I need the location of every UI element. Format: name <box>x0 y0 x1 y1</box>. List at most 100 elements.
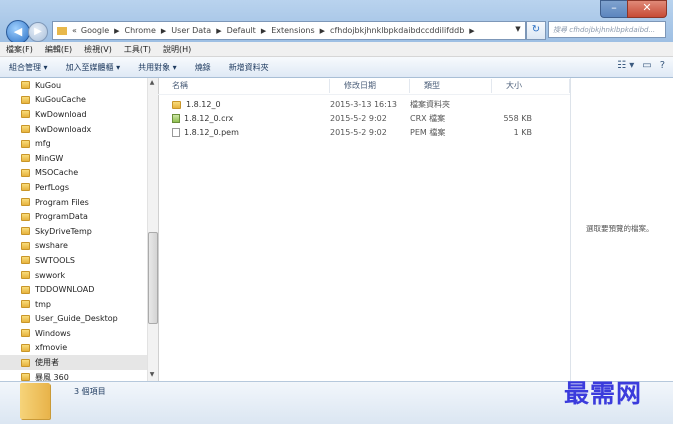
nav-folder-item-selected[interactable]: 使用者 <box>0 355 147 370</box>
folder-icon <box>21 168 30 177</box>
breadcrumb-item[interactable]: User Data <box>169 26 213 35</box>
folder-icon <box>21 314 30 323</box>
new-folder-button[interactable]: 新增資料夾 <box>220 62 278 73</box>
breadcrumb-separator-icon[interactable]: ▶ <box>317 27 328 35</box>
share-with-button[interactable]: 共用對象 ▾ <box>129 62 186 73</box>
forward-button[interactable]: ▶ <box>28 22 48 42</box>
nav-folder-item[interactable]: PerfLogs <box>0 180 147 195</box>
nav-folder-item[interactable]: ProgramData <box>0 209 147 224</box>
breadcrumb-item[interactable]: Google <box>79 26 111 35</box>
nav-folder-item[interactable]: MinGW <box>0 151 147 166</box>
menu-bar: 檔案(F) 編輯(E) 檢視(V) 工具(T) 說明(H) <box>0 42 673 57</box>
breadcrumb-item[interactable]: Default <box>225 26 258 35</box>
file-type: PEM 檔案 <box>410 128 446 137</box>
burn-button[interactable]: 燒錄 <box>186 62 220 73</box>
folder-icon <box>21 373 30 381</box>
change-view-icon[interactable]: ☷ ▾ <box>617 60 634 71</box>
back-button[interactable]: ◀ <box>6 20 30 44</box>
nav-folder-label: xfmovie <box>35 343 68 353</box>
folder-icon <box>21 241 30 250</box>
menu-file[interactable]: 檔案(F) <box>0 44 39 55</box>
nav-folder-item[interactable]: 暴風 360 <box>0 370 147 381</box>
file-row[interactable]: 1.8.12_0.pem 2015-5-2 9:02 PEM 檔案 1 KB <box>158 126 532 139</box>
nav-folder-item[interactable]: swshare <box>0 239 147 254</box>
nav-folder-label: swwork <box>35 270 66 280</box>
folder-icon <box>21 271 30 280</box>
file-row[interactable]: 1.8.12_0 2015-3-13 16:13 檔案資料夾 <box>158 98 532 111</box>
include-in-library-button[interactable]: 加入至媒體櫃 ▾ <box>57 62 130 73</box>
column-type[interactable]: 類型 <box>410 79 492 93</box>
nav-folder-item[interactable]: swwork <box>0 268 147 283</box>
scroll-up-icon[interactable]: ▲ <box>147 78 157 88</box>
nav-scrollbar-thumb[interactable] <box>148 232 158 324</box>
breadcrumb-separator-icon[interactable]: ▶ <box>158 27 169 35</box>
menu-edit[interactable]: 編輯(E) <box>39 44 78 55</box>
nav-folder-item[interactable]: User_Guide_Desktop <box>0 312 147 327</box>
nav-folder-item[interactable]: MSOCache <box>0 166 147 181</box>
folder-icon <box>21 227 30 236</box>
view-controls: ☷ ▾ ▭ ? <box>617 60 665 71</box>
nav-folder-item[interactable]: tmp <box>0 297 147 312</box>
breadcrumb-overflow[interactable]: « <box>70 26 79 35</box>
file-list-header: 名稱 修改日期 類型 大小 <box>158 78 570 95</box>
folder-icon <box>21 329 30 338</box>
nav-folder-label: KuGou <box>35 80 62 90</box>
folder-icon <box>172 100 181 109</box>
breadcrumb-separator-icon[interactable]: ▶ <box>258 27 269 35</box>
address-history-chevron-down-icon[interactable]: ▼ <box>512 21 524 38</box>
menu-view[interactable]: 檢視(V) <box>78 44 118 55</box>
nav-folder-label: swshare <box>35 241 68 251</box>
folder-icon <box>21 110 30 119</box>
close-button[interactable]: ✕ <box>627 0 667 18</box>
crx-file-icon <box>172 114 180 123</box>
folder-icon <box>21 256 30 265</box>
folder-icon <box>21 358 30 367</box>
nav-folder-item[interactable]: Program Files <box>0 195 147 210</box>
breadcrumb-item[interactable]: Extensions <box>269 26 316 35</box>
search-input[interactable]: 搜尋 cfhdojbkjhnklbpkdaibd... <box>548 21 666 38</box>
nav-folder-label: 使用者 <box>35 358 59 368</box>
item-count: 3 個項目 <box>74 387 106 396</box>
breadcrumb-item[interactable]: Chrome <box>123 26 158 35</box>
nav-folder-label: PerfLogs <box>35 182 70 192</box>
window-controls: – ✕ <box>600 0 667 18</box>
address-bar[interactable]: « Google ▶ Chrome ▶ User Data ▶ Default ▶ Ex… <box>52 21 526 40</box>
file-type: CRX 檔案 <box>410 114 446 123</box>
nav-folder-item[interactable]: Windows <box>0 326 147 341</box>
nav-folder-item[interactable]: KwDownload <box>0 107 147 122</box>
nav-folder-item[interactable]: SWTOOLS <box>0 253 147 268</box>
nav-folder-item[interactable]: TDDOWNLOAD <box>0 282 147 297</box>
nav-folder-item[interactable]: xfmovie <box>0 341 147 356</box>
help-icon[interactable]: ? <box>660 60 665 71</box>
menu-help[interactable]: 說明(H) <box>157 44 197 55</box>
navigation-pane[interactable]: KuGou KuGouCache KwDownload KwDownloadx … <box>0 78 147 381</box>
file-row[interactable]: 1.8.12_0.crx 2015-5-2 9:02 CRX 檔案 558 KB <box>158 112 532 125</box>
breadcrumb-separator-icon[interactable]: ▶ <box>213 27 224 35</box>
breadcrumb-separator-icon[interactable]: ▶ <box>466 27 477 35</box>
folder-icon <box>21 81 30 90</box>
column-date-modified[interactable]: 修改日期 <box>330 79 410 93</box>
column-size[interactable]: 大小 <box>492 79 570 93</box>
minimize-button[interactable]: – <box>600 0 627 18</box>
file-date: 2015-5-2 9:02 <box>330 114 387 123</box>
nav-folder-label: KwDownloadx <box>35 124 92 134</box>
organize-button[interactable]: 組合管理 ▾ <box>0 62 57 73</box>
nav-folder-item[interactable]: KuGou <box>0 78 147 93</box>
nav-folder-label: Program Files <box>35 197 89 207</box>
nav-folder-item[interactable]: KuGouCache <box>0 93 147 108</box>
preview-pane-icon[interactable]: ▭ <box>642 60 651 71</box>
nav-folder-label: KuGouCache <box>35 95 86 105</box>
scroll-down-icon[interactable]: ▼ <box>147 370 157 380</box>
nav-folder-item[interactable]: SkyDriveTemp <box>0 224 147 239</box>
folder-icon <box>21 154 30 163</box>
preview-placeholder-text: 選取要預覽的檔案。 <box>586 224 654 233</box>
nav-folder-item[interactable]: KwDownloadx <box>0 122 147 137</box>
menu-tools[interactable]: 工具(T) <box>118 44 157 55</box>
breadcrumb-item[interactable]: cfhdojbkjhnklbpkdaibdccddilifddb <box>328 26 466 35</box>
nav-folder-label: tmp <box>35 299 52 309</box>
nav-folder-item[interactable]: mfg <box>0 136 147 151</box>
breadcrumb-separator-icon[interactable]: ▶ <box>111 27 122 35</box>
watermark-logo: 最需网 <box>564 379 643 408</box>
refresh-button[interactable]: ↻ <box>526 21 546 40</box>
column-name[interactable]: 名稱 <box>158 79 330 93</box>
